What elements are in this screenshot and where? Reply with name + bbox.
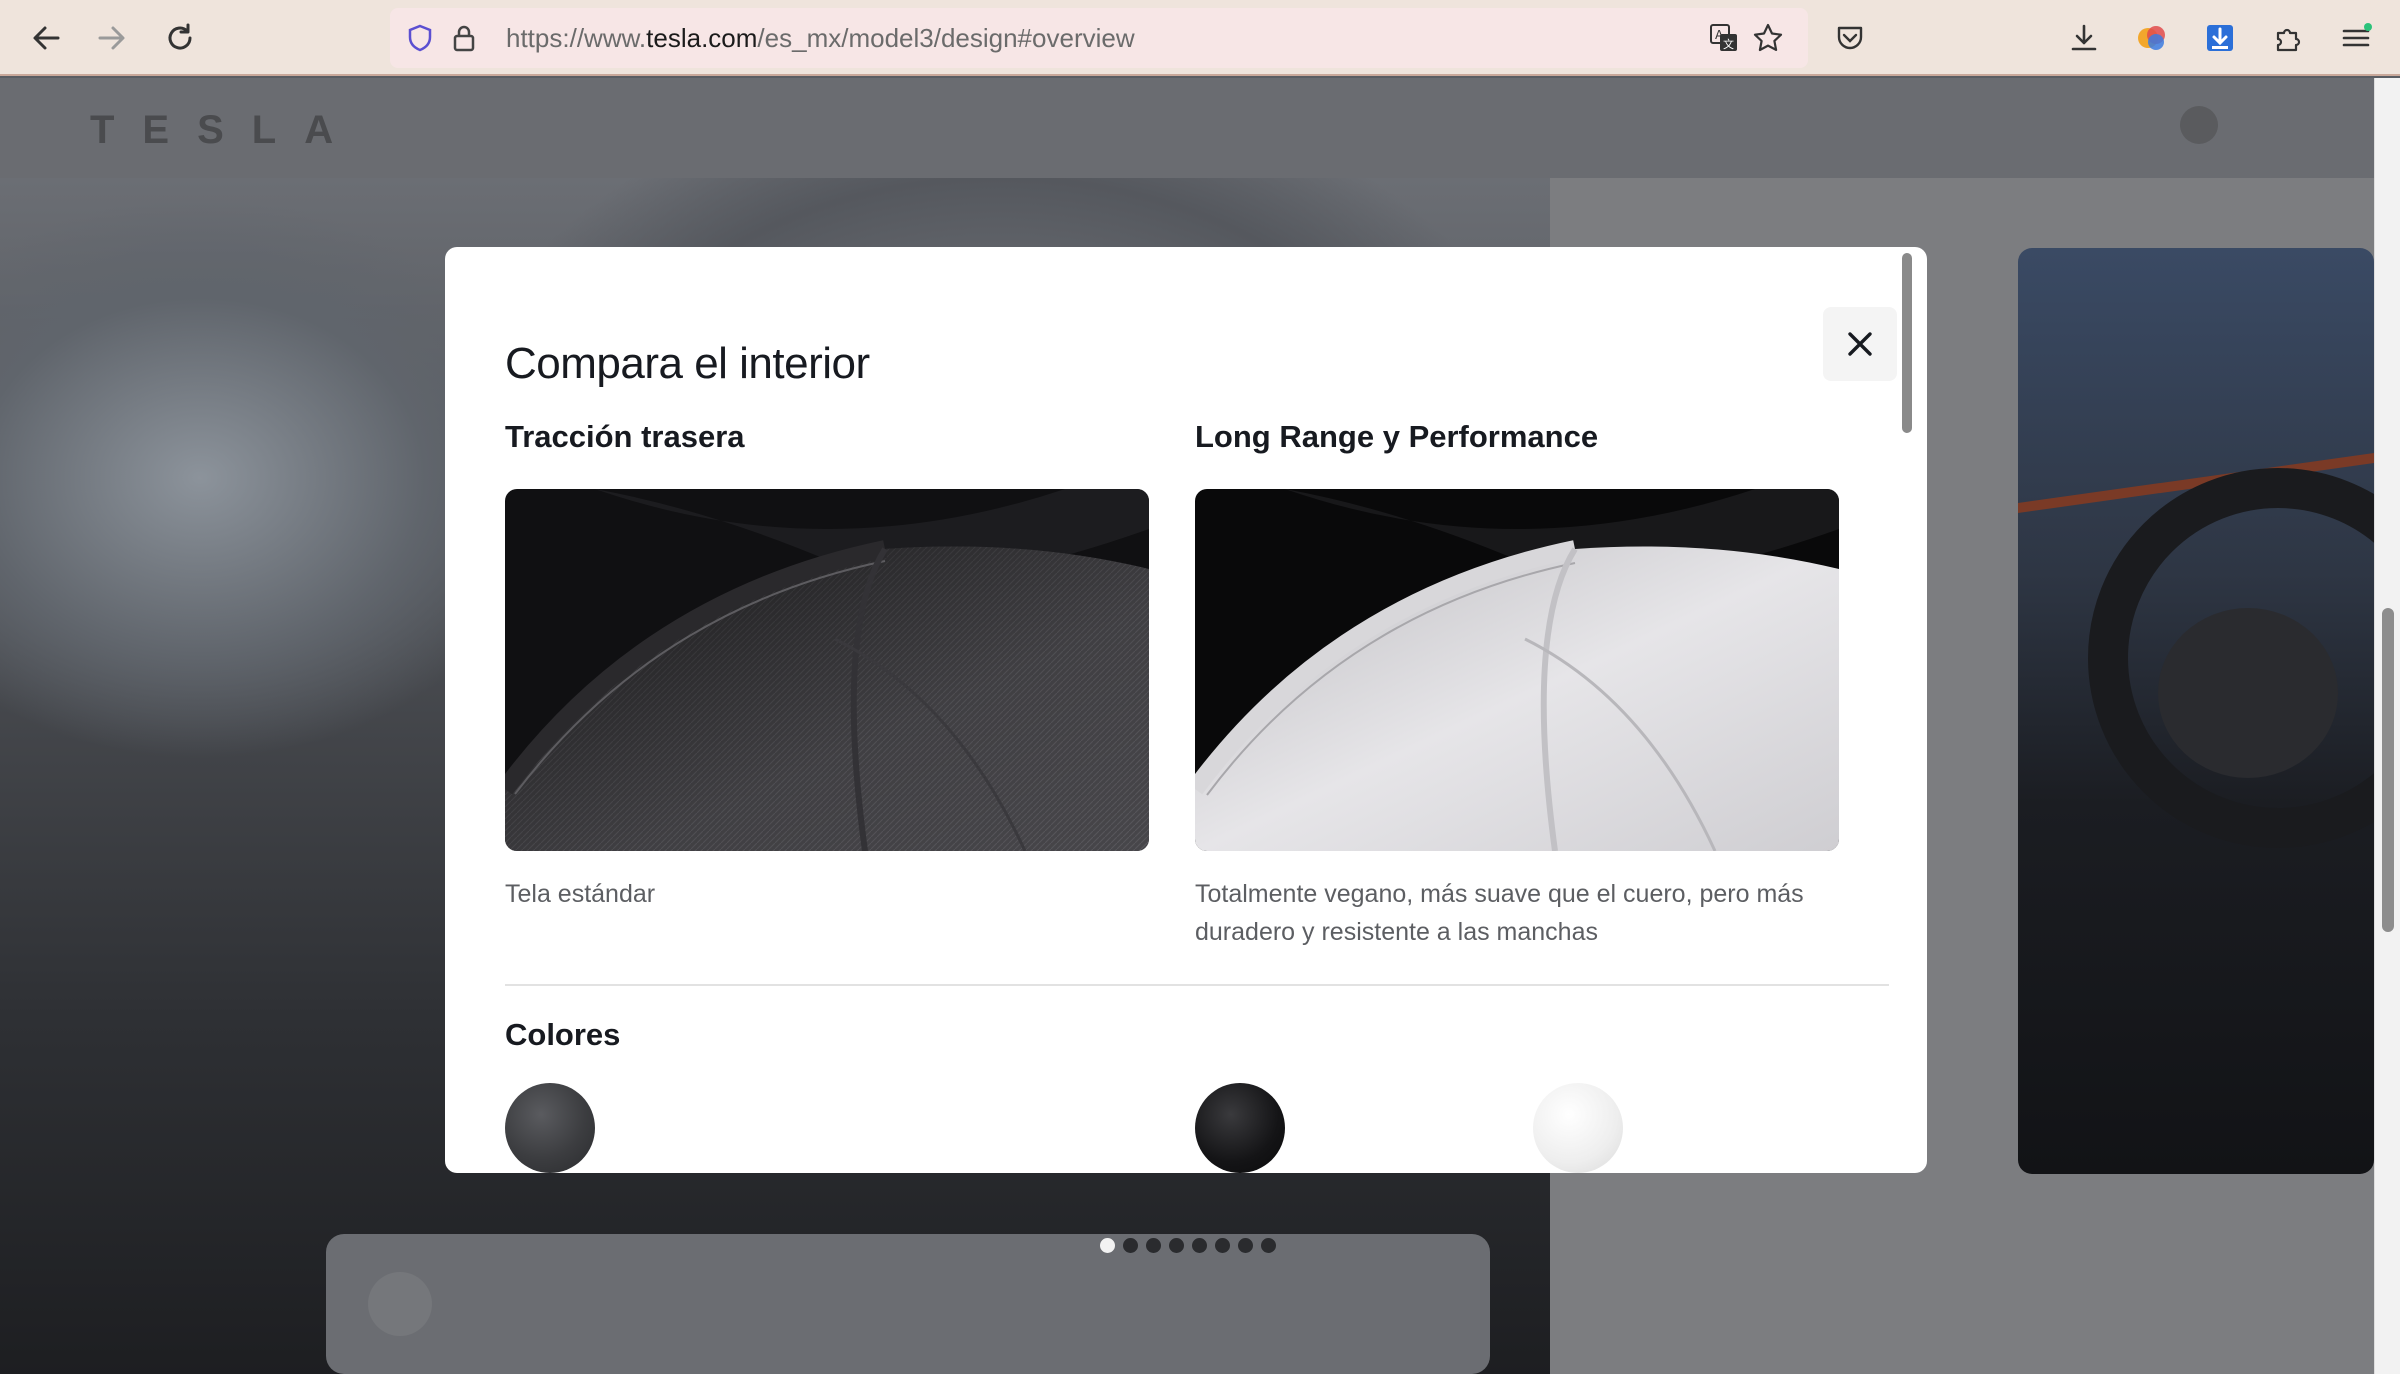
bookmark-star-icon[interactable] bbox=[1750, 20, 1786, 56]
carousel-dot[interactable] bbox=[1238, 1238, 1253, 1253]
modal-scrollbar-thumb[interactable] bbox=[1902, 253, 1912, 433]
modal-title: Compara el interior bbox=[505, 339, 870, 388]
close-icon bbox=[1848, 332, 1872, 356]
compare-interior-modal: Compara el interior Tracción trasera Tel… bbox=[445, 247, 1927, 1173]
tracking-shield-icon[interactable] bbox=[402, 20, 438, 56]
address-bar[interactable]: https://www.tesla.com/es_mx/model3/desig… bbox=[390, 8, 1808, 68]
price-bar bbox=[326, 1234, 1490, 1374]
rwd-description: Tela estándar bbox=[505, 880, 656, 908]
long-range-title: Long Range y Performance bbox=[1195, 419, 1599, 454]
menu-icon[interactable] bbox=[2336, 18, 2376, 58]
vegan-leather-seat-image bbox=[1195, 489, 1839, 851]
carousel-dot[interactable] bbox=[1169, 1238, 1184, 1253]
carousel-dot[interactable] bbox=[1261, 1238, 1276, 1253]
interior-preview-image bbox=[2018, 248, 2374, 1174]
close-button[interactable] bbox=[1823, 307, 1897, 381]
long-range-description: Totalmente vegano, más suave que el cuer… bbox=[1195, 880, 1804, 946]
account-avatar-icon[interactable] bbox=[2132, 18, 2172, 58]
svg-text:文: 文 bbox=[1723, 37, 1734, 51]
forward-button[interactable] bbox=[88, 14, 136, 62]
colors-title: Colores bbox=[505, 1017, 621, 1052]
globe-icon bbox=[2180, 106, 2218, 144]
extension-download-icon[interactable] bbox=[2200, 18, 2240, 58]
arrow-right-icon bbox=[98, 26, 125, 50]
language-label bbox=[2236, 112, 2242, 138]
swatch-gray-fabric[interactable] bbox=[505, 1083, 595, 1173]
download-icon[interactable] bbox=[2064, 18, 2104, 58]
page-scrollbar-thumb[interactable] bbox=[2382, 608, 2394, 932]
carousel-dot[interactable] bbox=[1123, 1238, 1138, 1253]
pocket-icon[interactable] bbox=[1830, 18, 1870, 58]
url-path: /es_mx/model3/design#overview bbox=[757, 23, 1135, 53]
rwd-title: Tracción trasera bbox=[505, 419, 745, 454]
modal-scrollbar[interactable] bbox=[1899, 253, 1915, 1161]
extensions-puzzle-icon[interactable] bbox=[2268, 18, 2308, 58]
url-text[interactable]: https://www.tesla.com/es_mx/model3/desig… bbox=[506, 8, 1135, 68]
fabric-seat-image bbox=[505, 489, 1149, 851]
translate-icon[interactable]: A文 bbox=[1706, 20, 1742, 56]
reload-icon bbox=[168, 23, 192, 50]
carousel-dots bbox=[1100, 1238, 1276, 1253]
rwd-column: Tracción trasera Tela estándar bbox=[505, 419, 1149, 913]
arrow-left-icon bbox=[33, 26, 60, 50]
reload-button[interactable] bbox=[156, 14, 204, 62]
url-domain: tesla.com bbox=[646, 23, 758, 53]
carousel-dot[interactable] bbox=[1146, 1238, 1161, 1253]
lock-icon[interactable] bbox=[446, 20, 482, 56]
carousel-dot[interactable] bbox=[1100, 1238, 1115, 1253]
carousel-dot[interactable] bbox=[1215, 1238, 1230, 1253]
tesla-logo: TESLA bbox=[90, 108, 362, 152]
carousel-dot[interactable] bbox=[1192, 1238, 1207, 1253]
swatch-white[interactable] bbox=[1533, 1083, 1623, 1173]
page-scrollbar[interactable] bbox=[2374, 78, 2400, 1374]
browser-toolbar: https://www.tesla.com/es_mx/model3/desig… bbox=[0, 0, 2400, 76]
section-divider bbox=[505, 984, 1889, 986]
swatch-black[interactable] bbox=[1195, 1083, 1285, 1173]
back-button[interactable] bbox=[22, 14, 70, 62]
long-range-column: Long Range y Performance Totalmente vega… bbox=[1195, 419, 1839, 951]
expand-icon bbox=[368, 1272, 432, 1336]
url-prefix: https://www. bbox=[506, 23, 647, 53]
